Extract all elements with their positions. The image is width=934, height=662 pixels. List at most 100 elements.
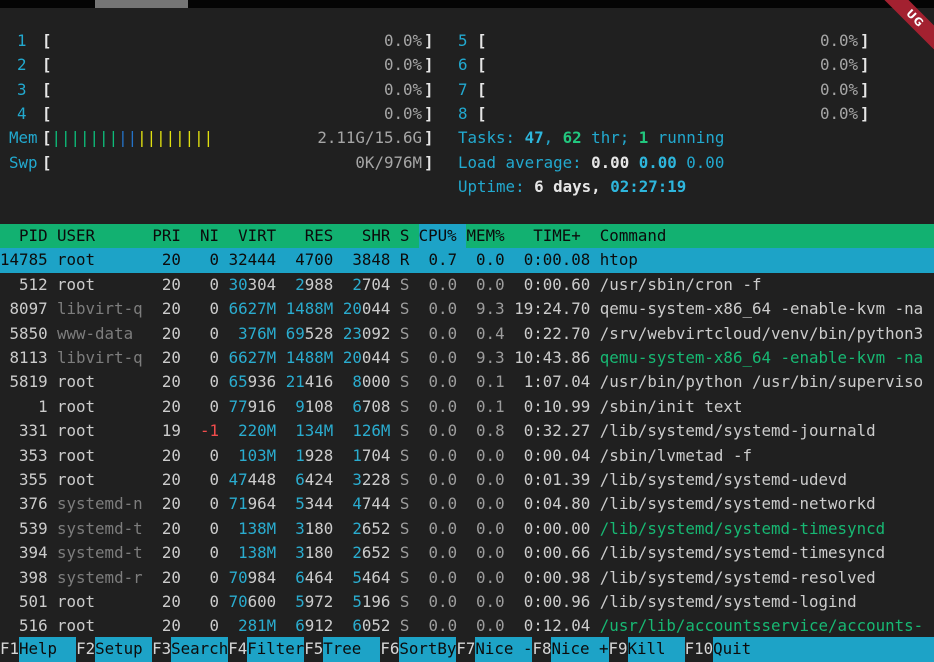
cell-virt: 220M	[219, 419, 276, 443]
fnkey-f1[interactable]: F1	[0, 637, 19, 662]
process-row[interactable]: 8097libvirt-q2006627M1488M20044S0.09.319…	[0, 297, 934, 321]
cell-virt: 30304	[219, 273, 276, 297]
cell-virt-mega: 70	[229, 568, 248, 587]
cell-virt-mega: 70	[229, 592, 248, 611]
cell-cpu: 0.0	[410, 370, 458, 394]
process-row[interactable]: 501root2007060059725196S0.00.00:00.96/li…	[0, 590, 934, 614]
cell-cpu: 0.0	[410, 468, 458, 492]
process-row[interactable]: 5819root20065936214168000S0.00.11:07.04/…	[0, 370, 934, 394]
cell-shr-mega: 1	[352, 446, 362, 465]
cell-mem: 0.0	[457, 492, 505, 516]
cell-shr-mega: 4	[352, 494, 362, 513]
cell-cpu: 0.0	[410, 566, 458, 590]
cell-shr-mega: 6	[352, 616, 362, 635]
cell-mem: 0.0	[457, 444, 505, 468]
process-row[interactable]: 516root200281M69126052S0.00.00:12.04/usr…	[0, 614, 934, 638]
fnlabel-sortby[interactable]: SortBy	[399, 637, 456, 662]
fnlabel-nice-[interactable]: Nice +	[551, 637, 608, 662]
fnkey-f5[interactable]: F5	[304, 637, 323, 662]
process-row[interactable]: 398systemd-r2007098464645464S0.00.00:00.…	[0, 566, 934, 590]
cell-shr: 20044	[333, 297, 390, 321]
fnlabel-help[interactable]: Help	[19, 637, 76, 662]
cell-shr: 23092	[333, 322, 390, 346]
cell-virt-mega: 138M	[238, 543, 276, 562]
cell-res: 9108	[276, 395, 333, 419]
cell-res: 2988	[276, 273, 333, 297]
process-row[interactable]: 8113libvirt-q2006627M1488M20044S0.09.310…	[0, 346, 934, 370]
fnkey-f2[interactable]: F2	[76, 637, 95, 662]
column-header-time[interactable]: TIME+	[504, 224, 590, 248]
meter-row-cpu6: 6[0.0%]	[0, 53, 934, 77]
fnlabel-kill[interactable]: Kill	[628, 637, 685, 662]
cell-shr: 2652	[333, 541, 390, 565]
cell-res: 21416	[276, 370, 333, 394]
cpu5-value: 0.0%	[700, 29, 858, 53]
fnkey-f3[interactable]: F3	[152, 637, 171, 662]
cell-cmd: /srv/webvirtcloud/venv/bin/python3	[600, 322, 934, 346]
cell-shr-mega: 6	[352, 397, 362, 416]
fnlabel-quit[interactable]: Quit	[713, 637, 934, 662]
fnlabel-tree[interactable]: Tree	[323, 637, 380, 662]
process-row[interactable]: 1root2007791691086708S0.00.10:10.99/sbin…	[0, 395, 934, 419]
process-row[interactable]: 5850www-data200376M6952823092S0.00.40:22…	[0, 322, 934, 346]
cell-virt: 281M	[219, 614, 276, 638]
fnkey-f8[interactable]: F8	[532, 637, 551, 662]
column-header-shr[interactable]: SHR	[333, 224, 390, 248]
cell-virt-rest: 600	[248, 592, 277, 611]
process-row[interactable]: 394systemd-t200138M31802652S0.00.00:00.6…	[0, 541, 934, 565]
process-row[interactable]: 331root19-1220M134M126MS0.00.80:32.27/li…	[0, 419, 934, 443]
cell-shr: 2704	[333, 273, 390, 297]
cell-virt-rest: 916	[248, 397, 277, 416]
fnlabel-setup[interactable]: Setup	[95, 637, 152, 662]
scrollbar-thumb[interactable]	[95, 0, 188, 8]
cell-mem: 0.8	[457, 419, 505, 443]
process-row[interactable]: 376systemd-n2007196453444744S0.00.00:04.…	[0, 492, 934, 516]
cell-pid: 355	[0, 468, 48, 492]
fnlabel-nice-[interactable]: Nice -	[475, 637, 532, 662]
cell-res-mega: 6	[295, 568, 305, 587]
column-header-pid[interactable]: PID	[0, 224, 48, 248]
tasks-part: ,	[544, 128, 563, 147]
cell-shr-mega: 20	[343, 348, 362, 367]
fnkey-f10[interactable]: F10	[685, 637, 714, 662]
cell-virt-mega: 220M	[238, 421, 276, 440]
column-header-res[interactable]: RES	[276, 224, 333, 248]
column-header-ni[interactable]: NI	[162, 224, 219, 248]
fnkey-f7[interactable]: F7	[456, 637, 475, 662]
cell-mem: 0.0	[457, 590, 505, 614]
cell-virt-mega: 32	[229, 250, 248, 269]
cell-res-rest: 700	[305, 250, 334, 269]
fnkey-f9[interactable]: F9	[609, 637, 628, 662]
cell-shr-mega: 5	[352, 592, 362, 611]
cell-cpu: 0.0	[410, 297, 458, 321]
fnkey-f4[interactable]: F4	[228, 637, 247, 662]
cell-res-rest: 108	[305, 397, 334, 416]
cell-shr-rest: 652	[362, 519, 391, 538]
cell-time: 0:00.66	[504, 541, 590, 565]
column-header-mem[interactable]: MEM%	[457, 224, 505, 248]
cell-cmd: /sbin/lvmetad -f	[600, 444, 934, 468]
column-header-cmd[interactable]: Command	[600, 224, 934, 248]
column-header-s[interactable]: S	[400, 224, 419, 248]
process-row[interactable]: 353root200103M19281704S0.00.00:00.04/sbi…	[0, 444, 934, 468]
cell-virt: 138M	[219, 517, 276, 541]
cpu6-open-bracket: [	[477, 53, 487, 77]
cpu5-close-bracket: ]	[860, 29, 870, 53]
cell-res-rest: 180	[305, 519, 334, 538]
fnlabel-filter[interactable]: Filter	[247, 637, 304, 662]
cell-cpu: 0.0	[410, 322, 458, 346]
process-row[interactable]: 14785root2003244447003848R0.70.00:00.08h…	[0, 248, 934, 272]
cell-res-rest: 928	[305, 446, 334, 465]
column-header-virt[interactable]: VIRT	[219, 224, 276, 248]
cell-ni: 0	[162, 566, 219, 590]
cell-shr-mega: 3	[352, 470, 362, 489]
cell-cmd: /lib/systemd/systemd-networkd	[600, 492, 934, 516]
fnlabel-search[interactable]: Search	[171, 637, 228, 662]
cell-shr: 3228	[333, 468, 390, 492]
cell-ni: 0	[162, 395, 219, 419]
process-row[interactable]: 512root2003030429882704S0.00.00:00.60/us…	[0, 273, 934, 297]
fnkey-f6[interactable]: F6	[380, 637, 399, 662]
cell-res-mega: 9	[295, 397, 305, 416]
process-row[interactable]: 539systemd-t200138M31802652S0.00.00:00.0…	[0, 517, 934, 541]
process-row[interactable]: 355root2004744864243228S0.00.00:01.39/li…	[0, 468, 934, 492]
